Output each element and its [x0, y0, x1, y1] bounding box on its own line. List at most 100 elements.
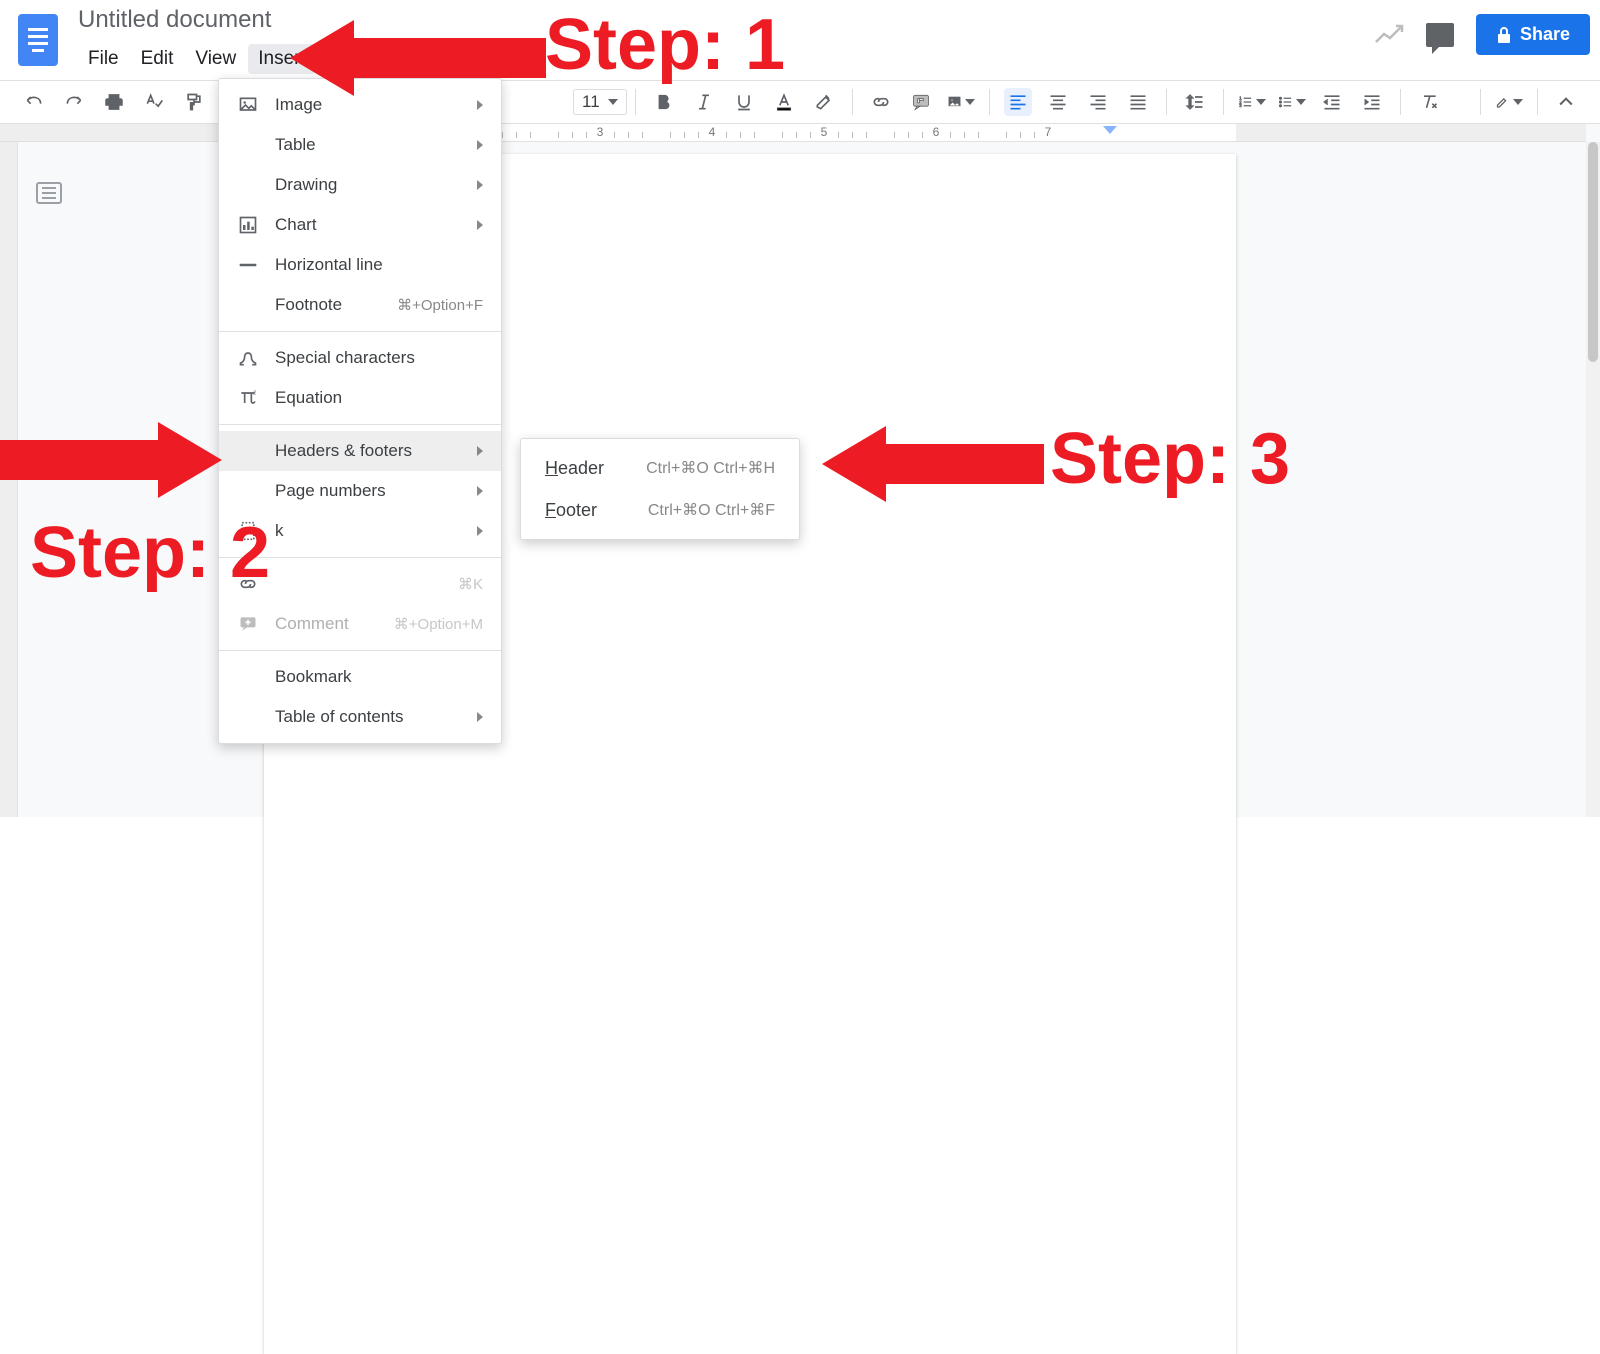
- insert-item-horizontal-line[interactable]: Horizontal line: [219, 245, 501, 285]
- collapse-toolbar-button[interactable]: [1552, 88, 1580, 116]
- caret-icon: [608, 99, 618, 105]
- step3-label: Step: 3: [1050, 418, 1290, 500]
- align-left-button[interactable]: [1004, 88, 1032, 116]
- chart-icon: [237, 214, 259, 236]
- headers-footers-submenu: HeaderCtrl+⌘O Ctrl+⌘HFooterCtrl+⌘O Ctrl+…: [520, 438, 800, 540]
- menu-edit[interactable]: Edit: [131, 44, 184, 74]
- comment-icon: [237, 613, 259, 635]
- numbered-list-button[interactable]: 123: [1238, 88, 1266, 116]
- submenu-item-shortcut: Ctrl+⌘O Ctrl+⌘H: [646, 458, 775, 478]
- menu-item-label: Special characters: [275, 348, 483, 368]
- comments-icon[interactable]: [1426, 23, 1454, 47]
- omega-icon: [237, 347, 259, 369]
- submenu-item-footer[interactable]: FooterCtrl+⌘O Ctrl+⌘F: [521, 489, 799, 531]
- align-justify-button[interactable]: [1124, 88, 1152, 116]
- insert-item-table-of-contents[interactable]: Table of contents: [219, 697, 501, 737]
- document-title[interactable]: Untitled document: [78, 6, 271, 34]
- paint-format-button[interactable]: [180, 88, 208, 116]
- submenu-arrow-icon: [477, 712, 483, 722]
- submenu-item-label: Footer: [545, 500, 648, 521]
- line-spacing-button[interactable]: [1181, 88, 1209, 116]
- menu-view[interactable]: View: [185, 44, 246, 74]
- insert-item-special-characters[interactable]: Special characters: [219, 338, 501, 378]
- menu-item-label: Equation: [275, 388, 483, 408]
- italic-button[interactable]: [690, 88, 718, 116]
- decrease-indent-button[interactable]: [1318, 88, 1346, 116]
- blank-icon: [237, 440, 259, 462]
- insert-item-chart[interactable]: Chart: [219, 205, 501, 245]
- redo-button[interactable]: [60, 88, 88, 116]
- separator: [1223, 89, 1224, 115]
- caret-icon: [965, 99, 975, 105]
- align-center-button[interactable]: [1044, 88, 1072, 116]
- insert-link-button[interactable]: [867, 88, 895, 116]
- submenu-arrow-icon: [477, 486, 483, 496]
- text-color-button[interactable]: [770, 88, 798, 116]
- underline-button[interactable]: [730, 88, 758, 116]
- blank-icon: [237, 294, 259, 316]
- insert-item-headers-footers[interactable]: Headers & footers: [219, 431, 501, 471]
- activity-icon[interactable]: [1374, 24, 1404, 46]
- menu-item-shortcut: ⌘+Option+M: [394, 615, 483, 633]
- step1-label: Step: 1: [545, 4, 785, 86]
- submenu-arrow-icon: [477, 526, 483, 536]
- insert-item-drawing[interactable]: Drawing: [219, 165, 501, 205]
- undo-button[interactable]: [20, 88, 48, 116]
- font-size-value: 11: [582, 92, 600, 112]
- submenu-arrow-icon: [477, 140, 483, 150]
- separator: [852, 89, 853, 115]
- clear-formatting-button[interactable]: [1415, 88, 1443, 116]
- insert-item-equation[interactable]: 2Equation: [219, 378, 501, 418]
- insert-menu-dropdown: Image Table Drawing Chart Horizontal line Foo…: [218, 78, 502, 744]
- step2-arrow: [0, 422, 222, 494]
- insert-item-page-numbers[interactable]: Page numbers: [219, 471, 501, 511]
- docs-logo[interactable]: [18, 14, 58, 66]
- menu-item-label: Chart: [275, 215, 465, 235]
- submenu-item-label: Header: [545, 458, 646, 479]
- highlight-button[interactable]: [810, 88, 838, 116]
- align-right-button[interactable]: [1084, 88, 1112, 116]
- bulleted-list-button[interactable]: [1278, 88, 1306, 116]
- insert-image-button[interactable]: [947, 88, 975, 116]
- font-size-select[interactable]: 11: [573, 89, 627, 115]
- menu-item-label: Table of contents: [275, 707, 465, 727]
- insert-item-table[interactable]: Table: [219, 125, 501, 165]
- bold-button[interactable]: [650, 88, 678, 116]
- menu-item-label: Page numbers: [275, 481, 465, 501]
- blank-icon: [237, 706, 259, 728]
- insert-item-footnote[interactable]: Footnote⌘+Option+F: [219, 285, 501, 325]
- menu-item-label: Horizontal line: [275, 255, 483, 275]
- submenu-item-header[interactable]: HeaderCtrl+⌘O Ctrl+⌘H: [521, 447, 799, 489]
- insert-item-comment: Comment ⌘+Option+M: [219, 604, 501, 644]
- menu-item-label: Image: [275, 95, 465, 115]
- separator: [1537, 89, 1538, 115]
- submenu-item-shortcut: Ctrl+⌘O Ctrl+⌘F: [648, 500, 775, 520]
- spellcheck-button[interactable]: [140, 88, 168, 116]
- caret-icon: [1513, 99, 1523, 105]
- menu-item-label: Table: [275, 135, 465, 155]
- menu-item-label: Bookmark: [275, 667, 483, 687]
- share-label: Share: [1520, 24, 1570, 45]
- document-outline-button[interactable]: [36, 182, 62, 204]
- menu-item-shortcut: ⌘K: [458, 575, 483, 593]
- scrollbar-thumb[interactable]: [1588, 142, 1598, 362]
- print-button[interactable]: [100, 88, 128, 116]
- blank-icon: [237, 666, 259, 688]
- blank-icon: [237, 174, 259, 196]
- svg-text:3: 3: [1239, 103, 1242, 108]
- separator: [989, 89, 990, 115]
- step1-arrow: [290, 20, 546, 92]
- menu-file[interactable]: File: [78, 44, 129, 74]
- lock-icon: [1496, 26, 1512, 44]
- insert-comment-button[interactable]: [907, 88, 935, 116]
- share-button[interactable]: Share: [1476, 14, 1590, 55]
- vertical-scrollbar[interactable]: [1586, 142, 1600, 817]
- increase-indent-button[interactable]: [1358, 88, 1386, 116]
- menu-item-label: Footnote: [275, 295, 385, 315]
- menu-item-label: Comment: [275, 614, 382, 634]
- separator: [635, 89, 636, 115]
- submenu-arrow-icon: [477, 180, 483, 190]
- image-icon: [237, 94, 259, 116]
- editing-mode-button[interactable]: [1495, 88, 1523, 116]
- insert-item-bookmark[interactable]: Bookmark: [219, 657, 501, 697]
